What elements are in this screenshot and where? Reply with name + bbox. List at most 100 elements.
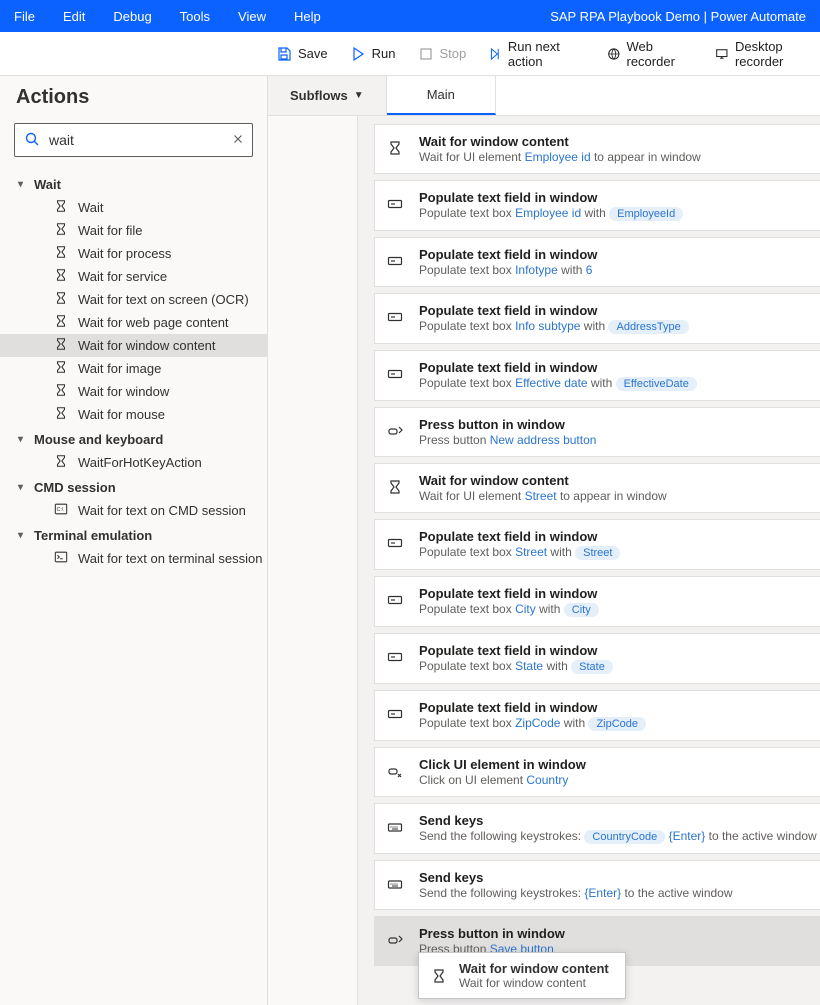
textbox-icon [387, 649, 405, 668]
tree-item[interactable]: Wait [0, 196, 267, 219]
main-tab[interactable]: Main [387, 76, 496, 115]
save-button[interactable]: Save [276, 46, 328, 62]
step-card[interactable]: Populate text field in windowPopulate te… [374, 180, 820, 231]
menu-view[interactable]: View [238, 9, 266, 24]
tree-group[interactable]: ▾Wait [0, 171, 267, 196]
textbox-icon [387, 309, 405, 328]
line-number-gutter [268, 116, 358, 1005]
step-subtitle: Populate text box Street with Street [419, 545, 808, 560]
step-title: Populate text field in window [419, 190, 808, 205]
step-subtitle: Populate text box Effective date with Ef… [419, 376, 808, 391]
tree-item[interactable]: Wait for window [0, 380, 267, 403]
menu-tools[interactable]: Tools [180, 9, 210, 24]
tree-item[interactable]: Wait for text on terminal session [0, 547, 267, 570]
clear-icon[interactable] [231, 132, 245, 149]
hourglass-icon [54, 360, 68, 377]
menu-file[interactable]: File [14, 9, 35, 24]
click-icon [387, 763, 405, 782]
step-card[interactable]: Populate text field in windowPopulate te… [374, 690, 820, 741]
step-subtitle: Send the following keystrokes: CountryCo… [419, 829, 817, 844]
step-card[interactable]: Wait for window contentWait for UI eleme… [374, 463, 820, 513]
hourglass-icon [54, 199, 68, 216]
textbox-icon [387, 592, 405, 611]
step-title: Press button in window [419, 417, 808, 432]
tree-item[interactable]: Wait for mouse [0, 403, 267, 426]
hourglass-icon [54, 222, 68, 239]
textbox-icon [387, 253, 405, 272]
actions-panel: Actions ▾WaitWaitWait for fileWait for p… [0, 76, 268, 1005]
hourglass-icon [54, 245, 68, 262]
app-title: SAP RPA Playbook Demo | Power Automate [550, 9, 806, 24]
step-card[interactable]: Populate text field in windowPopulate te… [374, 633, 820, 684]
tree-item[interactable]: Wait for web page content [0, 311, 267, 334]
step-card[interactable]: Populate text field in windowPopulate te… [374, 519, 820, 570]
search-input[interactable] [14, 123, 253, 157]
step-subtitle: Populate text box ZipCode with ZipCode [419, 716, 808, 731]
menu-edit[interactable]: Edit [63, 9, 85, 24]
tree-item[interactable]: Wait for process [0, 242, 267, 265]
step-subtitle: Wait for UI element Employee id to appea… [419, 150, 808, 164]
terminal-icon [54, 550, 68, 567]
hourglass-icon [54, 406, 68, 423]
chevron-down-icon: ▼ [354, 90, 364, 101]
search-icon [24, 131, 40, 150]
chevron-down-icon: ▾ [18, 530, 28, 541]
tree-group[interactable]: ▾Mouse and keyboard [0, 426, 267, 451]
run-button[interactable]: Run [350, 46, 396, 62]
step-title: Populate text field in window [419, 360, 808, 375]
step-subtitle: Populate text box Employee id with Emplo… [419, 206, 808, 221]
chevron-down-icon: ▾ [18, 482, 28, 493]
keyboard-icon [387, 819, 405, 838]
tree-item[interactable]: Wait for file [0, 219, 267, 242]
textbox-icon [387, 366, 405, 385]
tree-item[interactable]: Wait for window content [0, 334, 267, 357]
textbox-icon [387, 196, 405, 215]
hourglass-icon [387, 140, 405, 159]
actions-header: Actions [0, 76, 267, 123]
actions-tree: ▾WaitWaitWait for fileWait for processWa… [0, 171, 267, 1005]
hourglass-icon [54, 454, 68, 471]
cmd-icon [54, 502, 68, 519]
run-next-button[interactable]: Run next action [488, 39, 585, 69]
step-card[interactable]: Populate text field in windowPopulate te… [374, 350, 820, 401]
step-subtitle: Wait for UI element Street to appear in … [419, 489, 808, 503]
press-icon [387, 423, 405, 442]
step-subtitle: Populate text box City with City [419, 602, 808, 617]
step-card[interactable]: Press button in windowPress button New a… [374, 407, 820, 457]
subflows-tab[interactable]: Subflows▼ [268, 76, 387, 115]
hourglass-icon [54, 291, 68, 308]
step-title: Send keys [419, 813, 817, 828]
menu-debug[interactable]: Debug [113, 9, 151, 24]
tree-item[interactable]: Wait for service [0, 265, 267, 288]
stop-button[interactable]: Stop [418, 46, 467, 62]
step-title: Populate text field in window [419, 586, 808, 601]
menu-help[interactable]: Help [294, 9, 321, 24]
step-subtitle: Click on UI element Country [419, 773, 808, 787]
tree-item[interactable]: Wait for image [0, 357, 267, 380]
step-card[interactable]: Populate text field in windowPopulate te… [374, 293, 820, 344]
tree-item[interactable]: WaitForHotKeyAction [0, 451, 267, 474]
tree-item[interactable]: Wait for text on CMD session [0, 499, 267, 522]
step-card[interactable]: Send keysSend the following keystrokes: … [374, 803, 820, 854]
desktop-recorder-button[interactable]: Desktop recorder [715, 39, 820, 69]
step-card[interactable]: Populate text field in windowPopulate te… [374, 576, 820, 627]
tooltip-title: Wait for window content [459, 961, 609, 976]
hourglass-icon [54, 268, 68, 285]
hourglass-icon [387, 479, 405, 498]
step-card[interactable]: Click UI element in windowClick on UI el… [374, 747, 820, 797]
keyboard-icon [387, 876, 405, 895]
hourglass-icon [54, 337, 68, 354]
web-recorder-button[interactable]: Web recorder [607, 39, 693, 69]
step-card[interactable]: Populate text field in windowPopulate te… [374, 237, 820, 287]
step-title: Press button in window [419, 926, 808, 941]
tree-item[interactable]: Wait for text on screen (OCR) [0, 288, 267, 311]
tree-group[interactable]: ▾CMD session [0, 474, 267, 499]
step-card[interactable]: Wait for window contentWait for UI eleme… [374, 124, 820, 174]
step-subtitle: Send the following keystrokes: {Enter} t… [419, 886, 808, 900]
textbox-icon [387, 535, 405, 554]
step-title: Wait for window content [419, 134, 808, 149]
tree-group[interactable]: ▾Terminal emulation [0, 522, 267, 547]
step-subtitle: Press button New address button [419, 433, 808, 447]
step-title: Click UI element in window [419, 757, 808, 772]
step-card[interactable]: Send keysSend the following keystrokes: … [374, 860, 820, 910]
